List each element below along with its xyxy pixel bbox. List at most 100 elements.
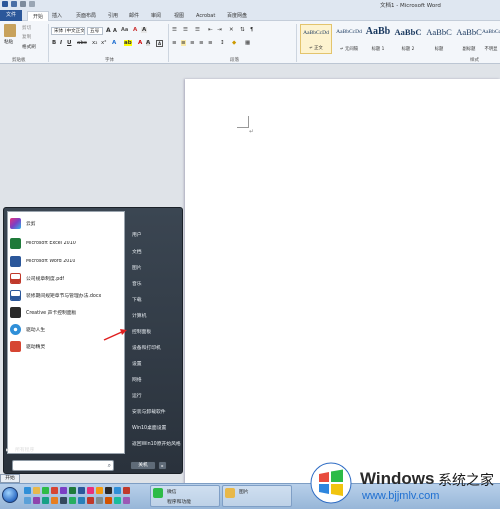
font-size-select[interactable]: 五号 xyxy=(87,27,103,35)
link-downloads[interactable]: 下载 xyxy=(132,296,142,303)
quicklaunch-app-icon[interactable] xyxy=(24,497,31,504)
program-item-qudongjingling[interactable]: 驱动精灵 xyxy=(10,339,124,353)
enclose-char-icon[interactable]: A xyxy=(156,40,164,47)
underline-icon[interactable]: U xyxy=(67,40,71,46)
cut-button[interactable]: 剪切 xyxy=(22,25,31,31)
program-item-word[interactable]: Microsoft Word 2010 xyxy=(10,254,124,268)
shutdown-button[interactable]: 关机 xyxy=(130,461,156,470)
align-left-icon[interactable]: ≡ xyxy=(172,40,177,46)
shrink-font-icon[interactable]: A xyxy=(113,28,117,34)
justify-icon[interactable]: ≡ xyxy=(199,40,204,46)
paste-icon[interactable] xyxy=(4,24,16,37)
style-subtle-emphasis[interactable]: AaBbCcDd 不明显 xyxy=(482,24,500,54)
quicklaunch-excel-icon[interactable] xyxy=(69,487,76,494)
tab-acrobat[interactable]: Acrobat xyxy=(196,11,215,21)
link-run[interactable]: 运行 xyxy=(132,392,142,399)
decrease-indent-icon[interactable]: ⇤ xyxy=(208,27,213,33)
undo-icon[interactable] xyxy=(20,1,26,7)
style-heading-2[interactable]: AaBbC 标题 2 xyxy=(392,24,424,54)
quicklaunch-word-icon[interactable] xyxy=(78,487,85,494)
link-music[interactable]: 音乐 xyxy=(132,280,142,287)
increase-indent-icon[interactable]: ⇥ xyxy=(217,27,222,33)
link-user[interactable]: 用户 xyxy=(132,231,142,238)
change-case-icon[interactable]: Aa xyxy=(121,27,128,33)
link-install-uninstall[interactable]: 安装与卸载软件 xyxy=(132,408,166,415)
quicklaunch-app-icon[interactable] xyxy=(33,497,40,504)
copy-button[interactable]: 复制 xyxy=(22,34,31,40)
show-marks-icon[interactable]: ¶ xyxy=(250,27,254,33)
quicklaunch-app-icon[interactable] xyxy=(114,497,121,504)
grow-font-icon[interactable]: A xyxy=(106,27,111,34)
italic-icon[interactable]: I xyxy=(60,40,62,46)
style-title[interactable]: AaBbC 标题 xyxy=(423,24,455,54)
quicklaunch-app-icon[interactable] xyxy=(51,487,58,494)
tab-view[interactable]: 视图 xyxy=(174,11,184,21)
quicklaunch-app-icon[interactable] xyxy=(60,497,67,504)
tab-file[interactable]: 文件 xyxy=(0,10,22,21)
numbering-icon[interactable]: ☰ xyxy=(183,27,188,33)
link-documents[interactable]: 文档 xyxy=(132,248,142,255)
superscript-icon[interactable]: x² xyxy=(101,40,106,46)
text-effect-icon[interactable]: A xyxy=(112,40,116,46)
font-color-icon[interactable]: A xyxy=(138,40,142,46)
link-win10-desktop-settings[interactable]: Win10桌面设置 xyxy=(132,424,166,431)
link-computer[interactable]: 计算机 xyxy=(132,312,146,319)
link-settings[interactable]: 设置 xyxy=(132,360,142,367)
quicklaunch-app-icon[interactable] xyxy=(69,497,76,504)
quicklaunch-app-icon[interactable] xyxy=(42,497,49,504)
chinese-layout-icon[interactable]: ✕ xyxy=(229,27,234,33)
link-network[interactable]: 网络 xyxy=(132,376,142,383)
program-item-docx[interactable]: 装修期间规矩章节与管理办法.docx xyxy=(10,288,124,302)
quicklaunch-app-icon[interactable] xyxy=(96,497,103,504)
quicklaunch-app-icon[interactable] xyxy=(87,497,94,504)
style-subtitle[interactable]: AaBbC 副标题 xyxy=(453,24,485,54)
quicklaunch-wechat-icon[interactable] xyxy=(42,487,49,494)
paste-button[interactable]: 粘贴 xyxy=(4,39,13,45)
style-heading-1[interactable]: AaBb 标题 1 xyxy=(362,24,394,54)
program-item-yunjian[interactable]: 云剪 xyxy=(10,216,124,230)
quicklaunch-app-icon[interactable] xyxy=(60,487,67,494)
program-item-pdf[interactable]: 公司规章制度.pdf xyxy=(10,271,124,285)
quicklaunch-qq-icon[interactable] xyxy=(105,487,112,494)
quicklaunch-app-icon[interactable] xyxy=(51,497,58,504)
align-center-icon[interactable]: ≡ xyxy=(181,40,186,46)
tab-baidu-netdisk[interactable]: 百度网盘 xyxy=(227,11,247,21)
borders-icon[interactable]: ▦ xyxy=(245,40,250,46)
subscript-icon[interactable]: x₂ xyxy=(92,40,97,46)
highlight-icon[interactable]: ab xyxy=(124,40,132,46)
taskbar-button-wechat[interactable]: 微信 程序和功能 xyxy=(150,485,220,507)
quicklaunch-app-icon[interactable] xyxy=(87,487,94,494)
style-no-spacing[interactable]: AaBbCcDd ↵ 无间隔 xyxy=(333,24,365,54)
link-pictures[interactable]: 图片 xyxy=(132,264,142,271)
quicklaunch-folder-icon[interactable] xyxy=(33,487,40,494)
bold-icon[interactable]: B xyxy=(52,40,56,46)
all-programs-button[interactable]: ▶ 所有程序 xyxy=(6,446,34,453)
clear-format-icon[interactable]: A xyxy=(133,27,137,33)
quicklaunch-app-icon[interactable] xyxy=(114,487,121,494)
sort-icon[interactable]: ⇅ xyxy=(240,27,245,33)
quicklaunch-app-icon[interactable] xyxy=(105,497,112,504)
quicklaunch-app-icon[interactable] xyxy=(123,497,130,504)
tab-review[interactable]: 审阅 xyxy=(151,11,161,21)
phonetic-guide-icon[interactable]: A xyxy=(141,27,148,33)
document-page[interactable]: ↵ xyxy=(185,79,500,499)
quicklaunch-app-icon[interactable] xyxy=(78,497,85,504)
program-item-creative[interactable]: Creative 声卡控制面板 xyxy=(10,305,124,319)
redo-icon[interactable] xyxy=(29,1,35,7)
font-name-select[interactable]: 宋体 (中文正文) xyxy=(51,27,85,35)
program-item-drivergenius[interactable]: 驱动人生 xyxy=(10,322,124,336)
line-spacing-icon[interactable]: ↕ xyxy=(220,40,225,46)
shutdown-options-button[interactable]: ▸ xyxy=(158,461,167,470)
start-button[interactable] xyxy=(2,487,18,503)
program-item-excel[interactable]: Microsoft Excel 2010 xyxy=(10,236,124,250)
bullets-icon[interactable]: ☰ xyxy=(172,27,177,33)
style-normal[interactable]: AaBbCcDd ↵ 正文 xyxy=(300,24,332,54)
multilevel-list-icon[interactable]: ☰ xyxy=(195,27,200,33)
save-icon[interactable] xyxy=(11,1,17,7)
tab-home[interactable]: 开始 xyxy=(27,11,50,21)
strikethrough-icon[interactable]: abc xyxy=(77,40,87,46)
start-search-input[interactable]: ⌕ xyxy=(12,460,114,471)
link-control-panel[interactable]: 控制面板 xyxy=(132,328,151,335)
quicklaunch-ie-icon[interactable] xyxy=(24,487,31,494)
link-return-win10-start[interactable]: 返回Win10原开始风格 xyxy=(132,440,181,447)
